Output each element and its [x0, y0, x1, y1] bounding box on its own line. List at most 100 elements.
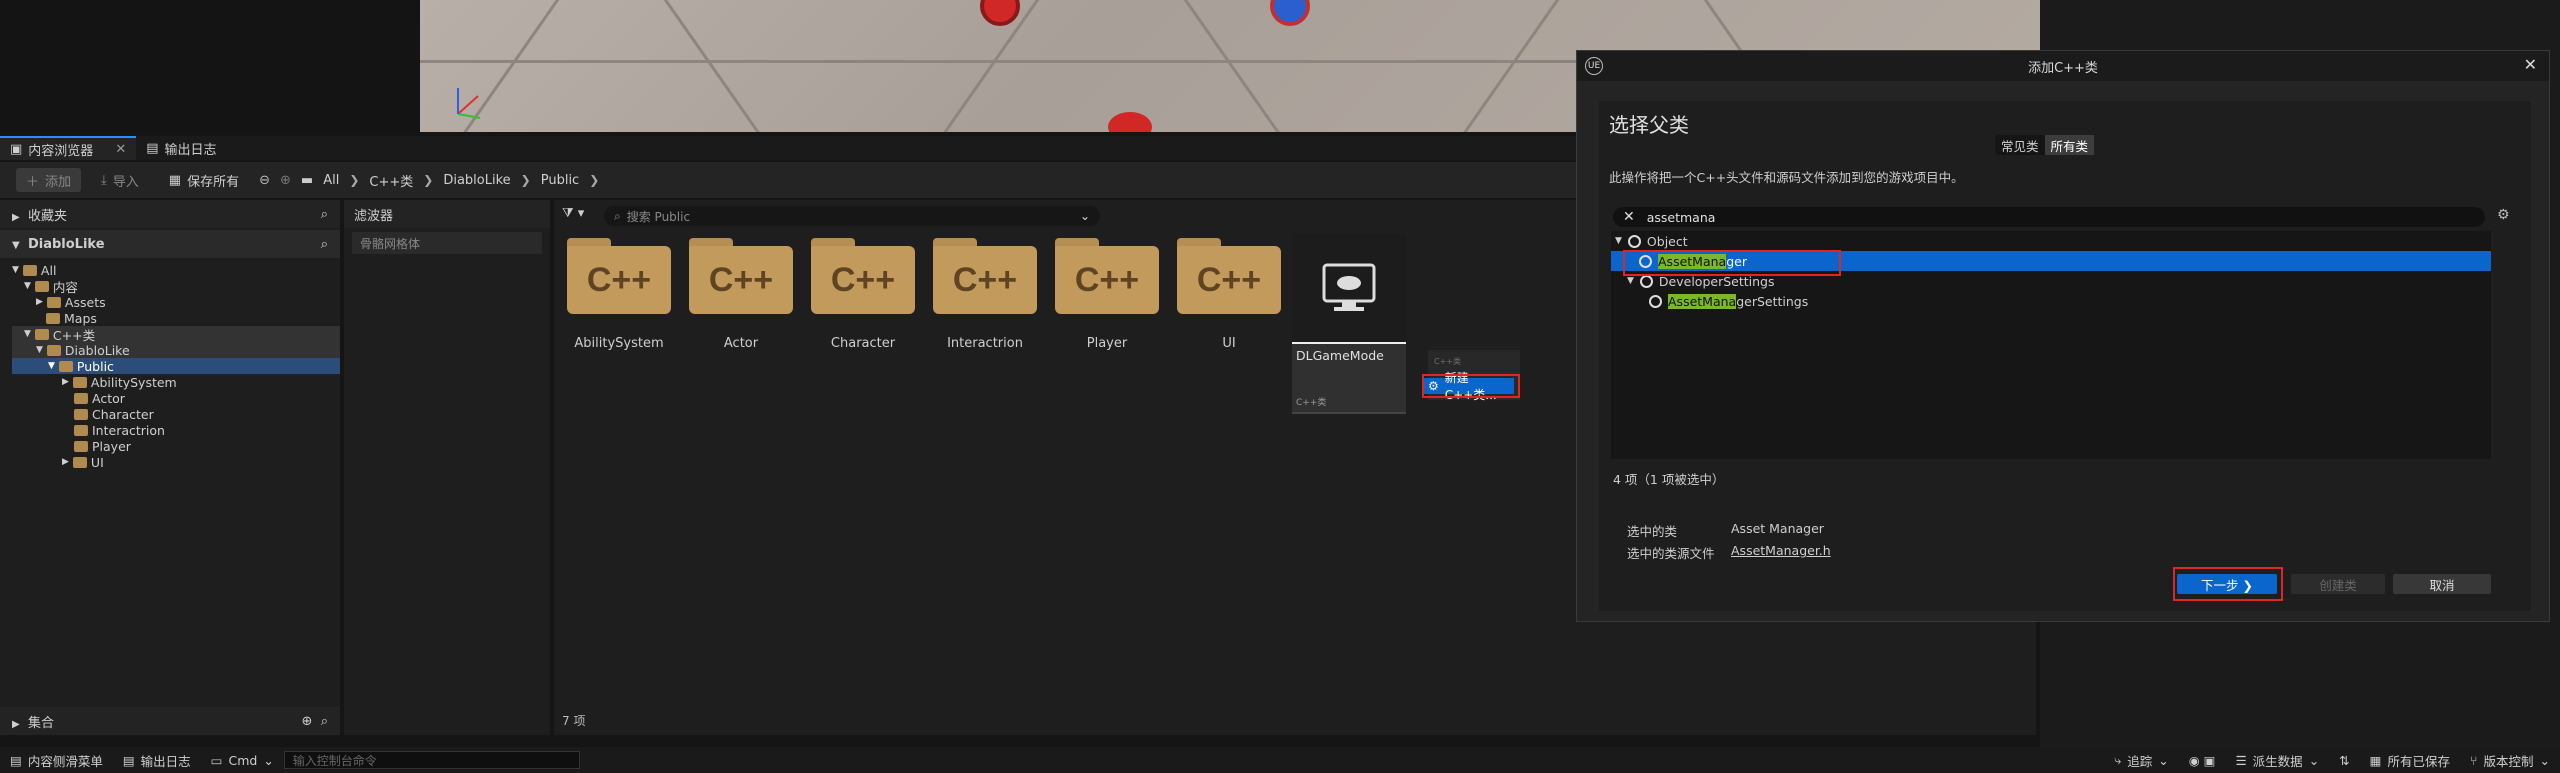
content-drawer-button[interactable]: ▤ 内容侧滑菜单 — [0, 747, 113, 773]
folder-player[interactable]: C++ Player — [1052, 238, 1162, 351]
save-all-button[interactable]: ▦ 保存所有 — [159, 168, 249, 192]
close-icon[interactable]: ✕ — [115, 142, 126, 157]
chevron-right-icon[interactable]: ❯ — [589, 173, 599, 187]
folder-actor[interactable]: C++ Actor — [686, 238, 796, 351]
tree-item-player[interactable]: Player — [12, 438, 340, 454]
breadcrumb-public[interactable]: Public — [541, 173, 579, 188]
folder-ui[interactable]: C++ UI — [1174, 238, 1284, 351]
character-marker-red-2 — [1108, 112, 1152, 132]
chevron-right-icon[interactable]: ❯ — [423, 173, 433, 187]
folder-interactrion[interactable]: C++ Interactrion — [930, 238, 1040, 351]
clear-icon[interactable]: ✕ — [1623, 209, 1635, 225]
collections-header[interactable]: ▶ 集合 ⊕ ⌕ — [0, 707, 340, 735]
folder-tree: ▼ All ▼ 内容 ▶ Assets Maps ▼ C++类 ▼ DiabloLike … — [0, 262, 340, 470]
asset-count: 7 项 — [562, 714, 586, 728]
close-icon[interactable]: ✕ — [2524, 55, 2537, 74]
folder-abilitysystem[interactable]: C++ AbilitySystem — [564, 238, 674, 351]
folder-icon — [46, 312, 60, 324]
tree-item-actor[interactable]: Actor — [12, 390, 340, 406]
chevron-right-icon: ▶ — [12, 718, 20, 730]
cpp-folder-icon: C++ — [689, 238, 793, 314]
filter-dropdown-icon[interactable]: ⧩ ▾ — [562, 206, 584, 221]
chevron-right-icon[interactable]: ❯ — [521, 173, 531, 187]
tab-all-classes[interactable]: 所有类 — [2044, 135, 2095, 155]
console-command-input[interactable]: 输入控制台命令 — [283, 751, 580, 769]
tab-content-browser[interactable]: ▣ 内容浏览器 ✕ — [0, 136, 137, 160]
tree-item-object[interactable]: ▼ Object — [1611, 231, 2491, 251]
folder-icon — [74, 440, 88, 452]
plus-icon: ＋ — [26, 174, 40, 190]
chevron-down-icon[interactable]: ⌄ — [1080, 209, 1090, 223]
import-icon: ⤓ — [101, 172, 107, 188]
search-icon: ⌕ — [614, 208, 621, 223]
tree-item-abilitysystem[interactable]: ▶ AbilitySystem — [12, 374, 340, 390]
tab-common-classes[interactable]: 常见类 — [1995, 135, 2045, 155]
folder-character[interactable]: C++ Character — [808, 238, 918, 351]
asset-search-input[interactable]: ⌕ 搜索 Public ⌄ — [604, 206, 1100, 226]
status-bar: ▤ 内容侧滑菜单 ▤ 输出日志 ▭ Cmd ⌄ 输入控制台命令 ⤷ 追踪 ⌄ ◉ ▣ ☰ 派生… — [0, 747, 2560, 773]
add-button[interactable]: ＋添加 — [16, 168, 82, 192]
trace-button[interactable]: ⤷ 追踪 ⌄ — [2104, 747, 2179, 773]
chevron-down-icon: ⌄ — [2308, 752, 2320, 768]
search-icon[interactable]: ⌕ — [321, 714, 328, 729]
notifications-icon[interactable]: ⇅ — [2329, 747, 2359, 773]
breadcrumb-cpp[interactable]: C++类 — [369, 171, 413, 190]
import-button[interactable]: ⤓ 导入 — [91, 168, 149, 192]
save-status[interactable]: ▦ 所有已保存 — [2360, 747, 2460, 773]
breadcrumb-all[interactable]: All — [323, 173, 339, 188]
filters-panel: 滤波器 骨骼网格体 — [344, 200, 550, 735]
history-forward-icon[interactable]: ⊕ — [280, 173, 291, 188]
folder-label: AbilitySystem — [574, 336, 664, 351]
class-card-name: DLGameMode — [1296, 348, 1384, 363]
breadcrumb-diablolike[interactable]: DiabloLike — [443, 173, 510, 188]
tree-item-cpp-classes[interactable]: ▼ C++类 — [12, 326, 340, 343]
search-icon[interactable]: ⌕ — [321, 207, 328, 222]
cpp-folder-icon: C++ — [1177, 238, 1281, 314]
history-back-icon[interactable]: ⊖ — [259, 173, 270, 188]
chevron-down-icon: ▼ — [1627, 276, 1634, 286]
cpp-folder-icon: C++ — [1055, 238, 1159, 314]
editor-left-background — [0, 0, 420, 132]
create-class-button[interactable]: 创建类 — [2291, 574, 2385, 594]
tree-item-assets[interactable]: ▶ Assets — [12, 294, 340, 310]
record-icon[interactable]: ◉ ▣ — [2179, 747, 2226, 773]
folder-icon — [72, 456, 87, 468]
tree-item-asset-manager-settings[interactable]: AssetManagerSettings — [1611, 291, 2491, 311]
source-file-link[interactable]: AssetManager.h — [1731, 543, 1831, 558]
chevron-down-icon: ▼ — [12, 265, 19, 275]
cmd-dropdown[interactable]: ▭ Cmd ⌄ — [201, 747, 284, 773]
tab-output-log[interactable]: ▤ 输出日志 — [136, 136, 226, 160]
class-card-dlgamemode[interactable]: DLGameMode C++类 — [1292, 234, 1406, 414]
search-icon[interactable]: ⌕ — [321, 237, 328, 252]
chevron-down-icon: ▼ — [12, 239, 20, 251]
uobject-icon — [1627, 234, 1641, 248]
favorites-header[interactable]: ▶ 收藏夹 ⌕ — [0, 200, 340, 228]
folder-label: Actor — [723, 336, 759, 351]
folder-icon — [46, 296, 61, 308]
gear-icon[interactable]: ⚙ — [2497, 207, 2510, 223]
folder-icon — [34, 328, 49, 340]
output-log-button[interactable]: ▤ 输出日志 — [113, 747, 201, 773]
chevron-down-icon: ⌄ — [2539, 752, 2550, 768]
folder-glyph: C++ — [689, 246, 793, 314]
tree-item-character[interactable]: Character — [12, 406, 340, 422]
tree-item-interactrion[interactable]: Interactrion — [12, 422, 340, 438]
tree-item-diablolike[interactable]: ▼ DiabloLike — [12, 342, 340, 358]
selected-class-row: 选中的类 Asset Manager — [1627, 521, 1824, 539]
filter-item-skeletal-mesh[interactable]: 骨骼网格体 — [352, 232, 542, 254]
dialog-description: 此操作将把一个C++头文件和源码文件添加到您的游戏项目中。 — [1609, 170, 1964, 185]
result-count: 4 项（1 项被选中） — [1613, 472, 1725, 487]
tree-item-public[interactable]: ▼ Public — [12, 358, 340, 374]
class-search-input[interactable]: ✕ assetmana — [1613, 207, 2485, 227]
dialog-title: 添加C++类 — [2028, 60, 2098, 76]
folder-icon: ▬ — [300, 172, 314, 188]
chevron-right-icon: ▶ — [12, 211, 20, 223]
derived-data-button[interactable]: ☰ 派生数据 ⌄ — [2225, 747, 2329, 773]
tree-item-ui[interactable]: ▶ UI — [12, 454, 340, 470]
project-header[interactable]: ▼ DiabloLike ⌕ — [0, 230, 340, 258]
chevron-right-icon[interactable]: ❯ — [349, 173, 359, 187]
cancel-button[interactable]: 取消 — [2393, 574, 2491, 594]
add-collection-icon[interactable]: ⊕ — [302, 714, 313, 729]
tree-item-content[interactable]: ▼ 内容 — [12, 278, 340, 295]
source-control-button[interactable]: ⑂ 版本控制 ⌄ — [2460, 747, 2560, 773]
